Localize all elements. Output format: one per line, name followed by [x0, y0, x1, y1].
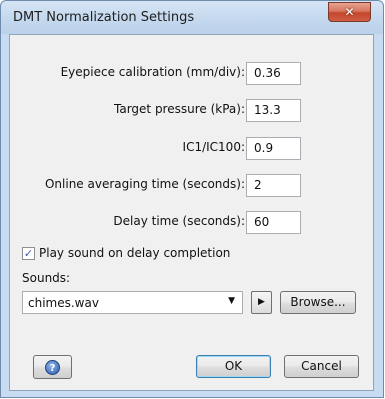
online-averaging-time-input[interactable]: 2	[246, 174, 301, 197]
target-pressure-label: Target pressure (kPa):	[114, 102, 245, 116]
play-sound-button[interactable]: ▶	[251, 291, 272, 314]
close-icon: ✕	[344, 5, 355, 19]
sounds-dropdown[interactable]: chimes.wav ▼	[22, 291, 243, 314]
browse-button[interactable]: Browse...	[280, 291, 356, 314]
dialog-window: DMT Normalization Settings ✕ Eyepiece ca…	[0, 0, 384, 398]
ok-button[interactable]: OK	[196, 355, 271, 378]
help-icon: ?	[45, 360, 60, 375]
play-sound-label[interactable]: Play sound on delay completion	[39, 246, 230, 260]
sounds-selected-value: chimes.wav	[28, 296, 99, 310]
play-sound-checkbox[interactable]: ✓	[22, 247, 35, 260]
eyepiece-calibration-label: Eyepiece calibration (mm/div):	[60, 65, 245, 79]
ic1-ic100-input[interactable]: 0.9	[246, 137, 301, 160]
title-bar[interactable]: DMT Normalization Settings ✕	[1, 1, 383, 34]
delay-time-input[interactable]: 60	[246, 211, 301, 234]
sounds-label: Sounds:	[22, 271, 71, 285]
dialog-content: Eyepiece calibration (mm/div): 0.36 Targ…	[9, 34, 374, 391]
ic1-ic100-label: IC1/IC100:	[182, 140, 245, 154]
cancel-button[interactable]: Cancel	[284, 355, 359, 378]
help-button[interactable]: ?	[33, 355, 72, 379]
delay-time-label: Delay time (seconds):	[113, 214, 245, 228]
play-icon: ▶	[258, 297, 265, 307]
target-pressure-input[interactable]: 13.3	[246, 99, 301, 122]
online-averaging-time-label: Online averaging time (seconds):	[44, 177, 245, 191]
window-title: DMT Normalization Settings	[13, 10, 195, 25]
close-button[interactable]: ✕	[328, 2, 371, 22]
chevron-down-icon: ▼	[228, 296, 235, 306]
checkmark-icon: ✓	[23, 247, 34, 260]
eyepiece-calibration-input[interactable]: 0.36	[246, 62, 301, 85]
